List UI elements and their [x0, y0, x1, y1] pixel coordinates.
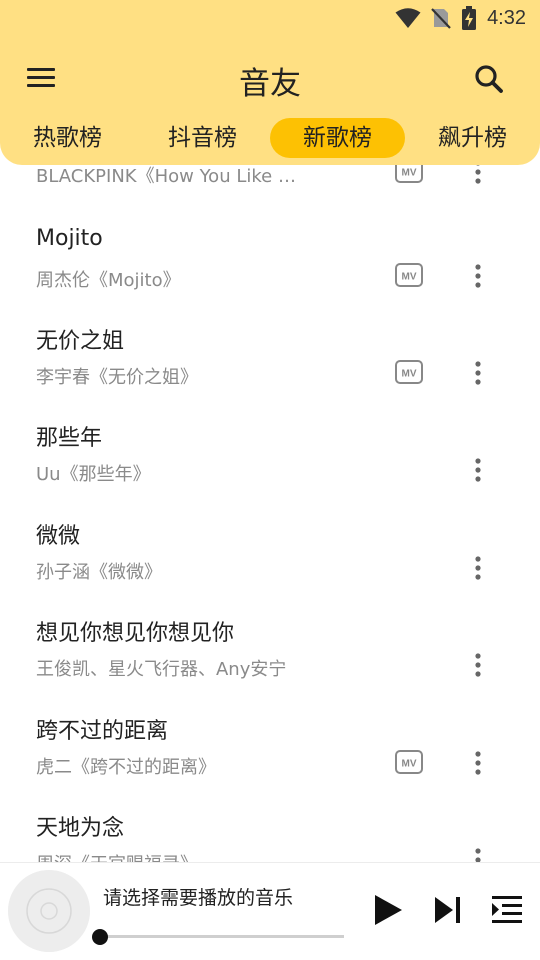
now-playing-text: 请选择需要播放的音乐	[103, 887, 294, 909]
song-subtitle: 虎二《跨不过的距离》	[36, 757, 216, 778]
album-disc-icon[interactable]	[8, 870, 90, 952]
no-sim-icon	[431, 8, 451, 29]
more-vertical-icon[interactable]	[466, 748, 490, 778]
song-subtitle: 王俊凯、星火飞行器、Any安宁	[36, 659, 287, 680]
song-item[interactable]: 无价之姐 李宇春《无价之姐》 MV	[0, 313, 540, 410]
tab-new[interactable]: 新歌榜	[270, 118, 405, 158]
song-item[interactable]: 天地为念 周深《天官赐福录》	[0, 800, 540, 862]
song-title: 那些年	[36, 426, 103, 451]
svg-text:MV: MV	[402, 168, 417, 179]
song-item[interactable]: 那些年 Uu《那些年》	[0, 410, 540, 507]
progress-knob[interactable]	[92, 929, 108, 945]
progress-bar[interactable]	[100, 935, 344, 938]
mini-player: 请选择需要播放的音乐	[0, 862, 540, 960]
app-header: 4:32 音友 热歌榜 抖音榜 新歌榜 飙升榜	[0, 0, 540, 165]
tab-rising[interactable]: 飙升榜	[405, 118, 540, 158]
app-title: 音友	[239, 66, 301, 102]
song-item[interactable]: Mojito 周杰伦《Mojito》 MV	[0, 216, 540, 313]
song-subtitle: Uu《那些年》	[36, 464, 151, 485]
mv-icon[interactable]: MV	[395, 360, 423, 384]
status-time: 4:32	[487, 6, 526, 29]
song-title: 跨不过的距离	[36, 719, 169, 744]
song-item[interactable]: 跨不过的距离 虎二《跨不过的距离》 MV	[0, 703, 540, 800]
more-vertical-icon[interactable]	[466, 553, 490, 583]
song-subtitle: BLACKPINK《How You Like That》	[36, 166, 298, 187]
battery-charging-icon	[462, 6, 477, 30]
song-title: 天地为念	[36, 816, 125, 841]
status-icons: 4:32	[395, 6, 526, 30]
song-title: 无价之姐	[36, 329, 125, 354]
svg-text:MV: MV	[402, 369, 417, 380]
wifi-icon	[395, 8, 421, 28]
play-icon[interactable]	[372, 893, 404, 927]
playlist-icon[interactable]	[492, 896, 522, 924]
svg-text:MV: MV	[402, 759, 417, 770]
svg-text:MV: MV	[402, 272, 417, 283]
more-vertical-icon[interactable]	[466, 845, 490, 862]
more-vertical-icon[interactable]	[466, 358, 490, 388]
mv-icon[interactable]: MV	[395, 263, 423, 287]
tab-douyin[interactable]: 抖音榜	[135, 118, 270, 158]
more-vertical-icon[interactable]	[466, 261, 490, 291]
more-vertical-icon[interactable]	[466, 455, 490, 485]
song-title: Mojito	[36, 226, 103, 251]
song-subtitle: 孙子涵《微微》	[36, 562, 162, 583]
status-bar: 4:32	[0, 0, 540, 36]
song-title: 想见你想见你想见你	[36, 621, 235, 646]
more-vertical-icon[interactable]	[466, 650, 490, 680]
song-subtitle: 周深《天官赐福录》	[36, 850, 198, 862]
song-subtitle: 周杰伦《Mojito》	[36, 270, 181, 291]
skip-next-icon[interactable]	[433, 896, 463, 924]
tab-hot[interactable]: 热歌榜	[0, 118, 135, 158]
mv-icon[interactable]: MV	[395, 750, 423, 774]
song-item[interactable]: 微微 孙子涵《微微》	[0, 508, 540, 605]
app-bar: 音友	[0, 50, 540, 106]
song-title: 微微	[36, 524, 81, 549]
search-icon[interactable]	[472, 62, 506, 96]
song-subtitle: 李宇春《无价之姐》	[36, 367, 198, 388]
chart-tabs: 热歌榜 抖音榜 新歌榜 飙升榜	[0, 118, 540, 160]
song-item[interactable]: 想见你想见你想见你 王俊凯、星火飞行器、Any安宁	[0, 605, 540, 702]
